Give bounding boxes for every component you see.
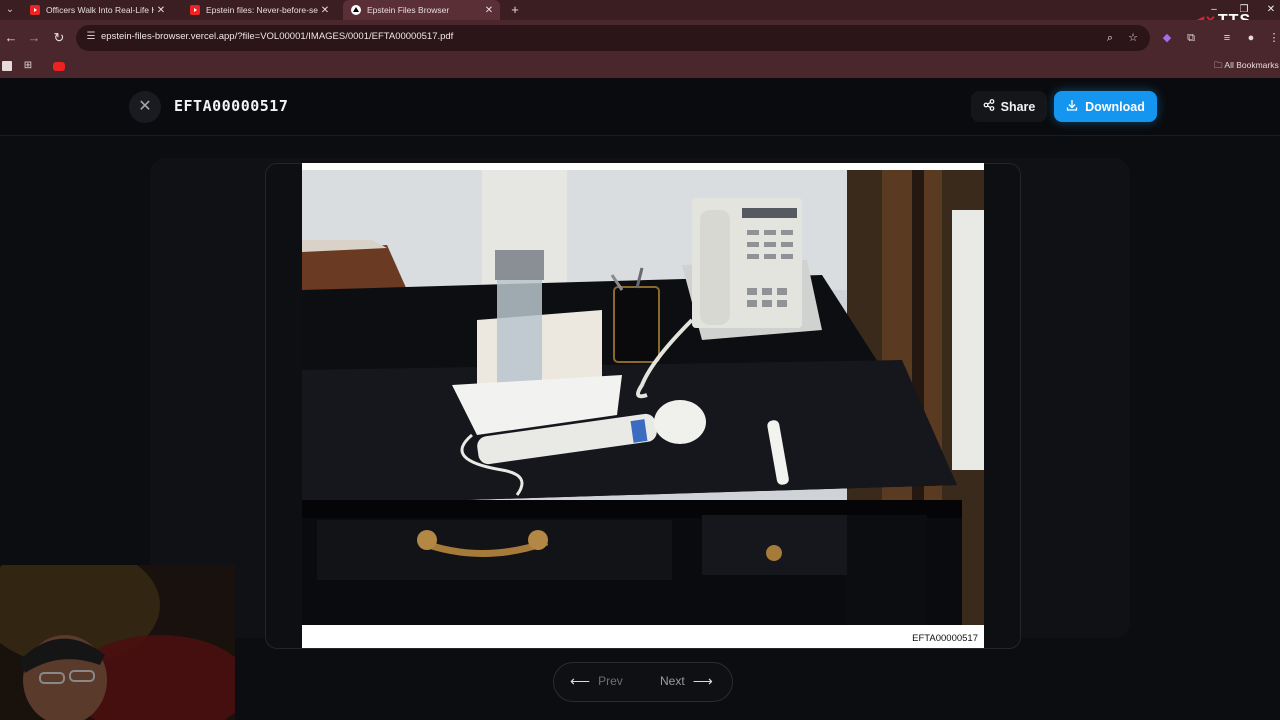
- next-label: Next: [660, 674, 685, 688]
- browser-tab-epstein-files-browser[interactable]: Epstein Files Browser ✕: [343, 0, 500, 20]
- bookmarks-bar: ⊞ 🗀 All Bookmarks: [0, 56, 1280, 78]
- arrow-right-icon: ⟶: [692, 673, 713, 689]
- youtube-icon: [190, 5, 200, 15]
- close-icon[interactable]: ✕: [318, 5, 332, 16]
- bookmark-star-icon[interactable]: ☆: [1125, 30, 1141, 46]
- browser-tab-bar: ⌄ Officers Walk Into Real-Life Ho ✕ Epst…: [0, 0, 1280, 20]
- prev-label: Prev: [598, 674, 623, 688]
- webcam-overlay: [0, 565, 235, 720]
- download-label: Download: [1085, 99, 1145, 114]
- back-arrow-icon[interactable]: ←: [2, 29, 20, 47]
- document-photo: [302, 170, 984, 625]
- prev-button[interactable]: ⟵ Prev: [570, 674, 623, 688]
- all-bookmarks-label: All Bookmarks: [1224, 60, 1279, 70]
- close-icon[interactable]: ✕: [154, 5, 168, 16]
- new-tab-button[interactable]: +: [507, 1, 523, 19]
- zoom-icon[interactable]: ⌕: [1102, 30, 1118, 46]
- puzzle-extensions-icon[interactable]: ⧉: [1183, 30, 1199, 46]
- reload-icon[interactable]: ↻: [50, 29, 68, 47]
- youtube-bookmark-icon[interactable]: [53, 62, 65, 71]
- document-title: EFTA00000517: [174, 97, 289, 115]
- all-bookmarks-button[interactable]: 🗀 All Bookmarks: [1214, 58, 1279, 72]
- apps-grid-icon[interactable]: ⊞: [21, 59, 35, 73]
- folder-icon: 🗀: [1214, 60, 1223, 70]
- forward-arrow-icon[interactable]: →: [25, 29, 43, 47]
- viewer-header: ✕ EFTA00000517 Share Download: [0, 78, 1280, 136]
- browser-tab-officers[interactable]: Officers Walk Into Real-Life Ho ✕: [22, 0, 172, 20]
- address-bar[interactable]: ☰ epstein-files-browser.vercel.app/?file…: [76, 25, 1150, 51]
- arrow-left-icon: ⟵: [570, 673, 591, 689]
- tab-title: Epstein Files Browser: [367, 5, 450, 15]
- tab-title: Epstein files: Never-before-see: [206, 5, 318, 15]
- tab-title: Officers Walk Into Real-Life Ho: [46, 5, 154, 15]
- extension-icon[interactable]: ◆: [1159, 30, 1175, 46]
- site-info-icon[interactable]: ☰: [84, 30, 98, 44]
- page-label: EFTA00000517: [912, 633, 978, 644]
- vercel-icon: [351, 5, 361, 15]
- pagination: ⟵ Prev Next ⟶: [553, 662, 733, 702]
- browser-tab-epstein-files-news[interactable]: Epstein files: Never-before-see ✕: [182, 0, 336, 20]
- download-button[interactable]: Download: [1054, 91, 1157, 122]
- youtube-icon: [30, 5, 40, 15]
- share-label: Share: [1000, 99, 1036, 114]
- tab-search-chevron-icon[interactable]: ⌄: [2, 2, 18, 18]
- document-page: EFTA00000517: [302, 163, 984, 648]
- share-button[interactable]: Share: [971, 91, 1047, 122]
- share-icon: [983, 99, 995, 114]
- more-menu-icon[interactable]: ⋮: [1266, 30, 1280, 46]
- bookmark-page-icon[interactable]: [2, 61, 12, 71]
- browser-toolbar: ← → ↻ ☰ epstein-files-browser.vercel.app…: [0, 20, 1280, 56]
- profile-avatar-icon[interactable]: ●: [1243, 30, 1259, 46]
- download-icon: [1066, 99, 1078, 114]
- address-bar-url[interactable]: epstein-files-browser.vercel.app/?file=V…: [101, 31, 453, 42]
- close-icon: ✕: [138, 98, 152, 115]
- close-viewer-button[interactable]: ✕: [129, 91, 161, 123]
- next-button[interactable]: Next ⟶: [660, 674, 713, 688]
- window-close-icon[interactable]: ✕: [1262, 0, 1280, 20]
- close-icon[interactable]: ✕: [482, 5, 496, 16]
- reading-list-icon[interactable]: ≡: [1219, 30, 1235, 46]
